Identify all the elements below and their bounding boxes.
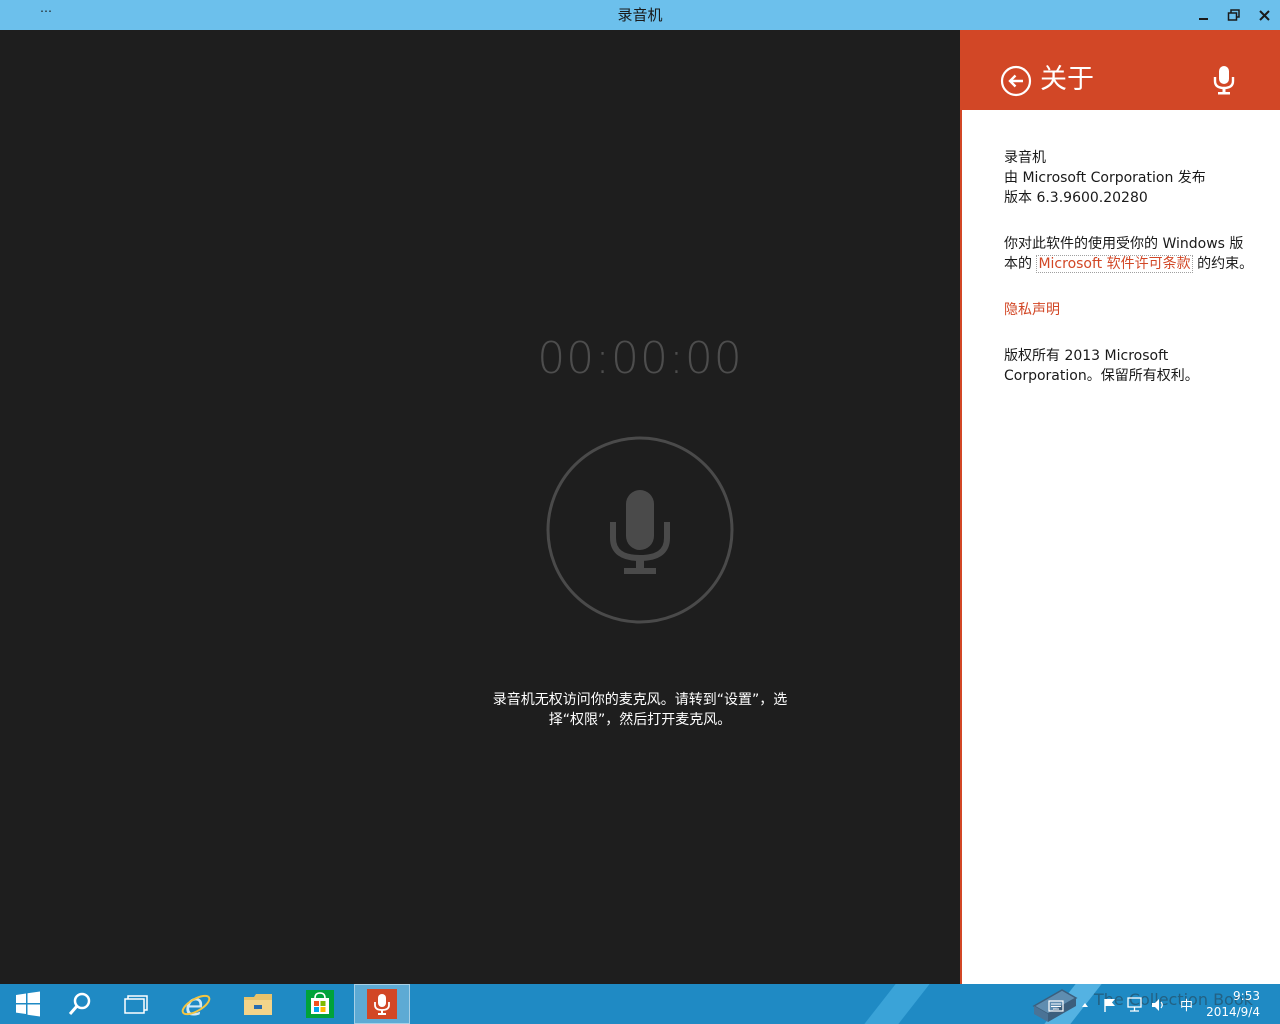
record-button[interactable] — [546, 436, 734, 624]
start-icon — [16, 991, 40, 1017]
clock-date: 2014/9/4 — [1206, 1005, 1260, 1019]
notification-area: The Collection Book 中 9:53 2014/9/4 — [1028, 984, 1280, 1024]
sound-recorder-icon — [367, 989, 397, 1019]
license-terms-link[interactable]: Microsoft 软件许可条款 — [1036, 255, 1193, 273]
store-button[interactable] — [292, 984, 348, 1024]
file-explorer-icon — [244, 994, 272, 1015]
minimize-button[interactable] — [1192, 3, 1216, 27]
about-settings-pane: 关于 录音机 由 Microsoft Corporation 发布 版本 6.3… — [960, 30, 1280, 984]
taskbar: e The Collection Book 中 9:53 2014/9/4 — [0, 984, 1280, 1024]
publisher: 由 Microsoft Corporation 发布 — [1004, 170, 1206, 186]
task-view-icon — [124, 995, 148, 1014]
back-arrow-icon — [1000, 65, 1032, 97]
network-icon[interactable] — [1126, 997, 1144, 1013]
start-button[interactable] — [0, 984, 56, 1024]
back-button[interactable] — [1000, 65, 1032, 97]
app-logo — [1212, 64, 1236, 96]
microphone-icon — [1213, 66, 1235, 95]
action-center-flag-icon[interactable] — [1102, 997, 1118, 1013]
version: 版本 6.3.9600.20280 — [1004, 190, 1148, 206]
file-explorer-button[interactable] — [230, 984, 286, 1024]
internet-explorer-icon: e — [181, 988, 211, 1020]
minimize-icon — [1199, 18, 1208, 20]
clock[interactable]: 9:53 2014/9/4 — [1206, 988, 1260, 1020]
internet-explorer-button[interactable]: e — [168, 984, 224, 1024]
ime-indicator[interactable]: 中 — [1180, 995, 1193, 1014]
microphone-icon — [546, 436, 734, 624]
pane-title: 关于 — [1040, 64, 1094, 95]
close-icon — [1259, 10, 1270, 21]
title-bar: ⋯ 录音机 — [0, 0, 1280, 30]
close-button[interactable] — [1252, 3, 1276, 27]
taskbar-decoration — [864, 984, 930, 1024]
pane-border — [960, 30, 962, 984]
about-content: 录音机 由 Microsoft Corporation 发布 版本 6.3.96… — [1004, 148, 1254, 412]
recording-timer: 00:00:00 — [537, 333, 743, 384]
restore-icon — [1227, 9, 1240, 21]
clock-time: 9:53 — [1233, 989, 1260, 1003]
search-button[interactable] — [52, 984, 108, 1024]
window-title: 录音机 — [617, 6, 663, 24]
restore-button[interactable] — [1222, 3, 1246, 27]
microphone-permission-message: 录音机无权访问你的麦克风。请转到“设置”，选择“权限”，然后打开麦克风。 — [492, 692, 788, 728]
pane-header: 关于 — [960, 30, 1280, 110]
keyboard-icon[interactable] — [1048, 1000, 1064, 1012]
search-icon — [68, 992, 91, 1015]
license-paragraph: 你对此软件的使用受你的 Windows 版本的 Microsoft 软件许可条款… — [1004, 236, 1254, 273]
task-view-button[interactable] — [108, 984, 164, 1024]
copyright: 版权所有 2013 Microsoft Corporation。保留所有权利。 — [1004, 348, 1199, 384]
show-hidden-icons-chevron[interactable] — [1080, 1000, 1090, 1010]
volume-icon[interactable] — [1150, 997, 1166, 1013]
app-name: 录音机 — [1004, 150, 1046, 166]
privacy-statement-link[interactable]: 隐私声明 — [1004, 302, 1060, 318]
recorder-canvas: 00:00:00 录音机无权访问你的麦克风。请转到“设置”，选择“权限”，然后打… — [0, 30, 960, 984]
store-icon — [306, 990, 334, 1018]
sound-recorder-taskbar-button[interactable] — [354, 984, 410, 1024]
